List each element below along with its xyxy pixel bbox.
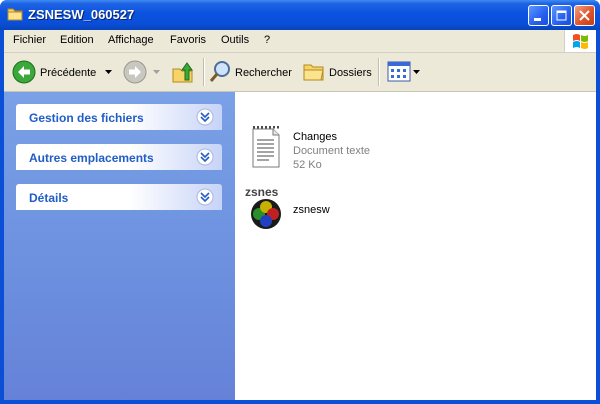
back-button[interactable]: Précédente	[10, 57, 115, 87]
close-button[interactable]	[574, 5, 595, 26]
search-button[interactable]: Rechercher	[208, 57, 298, 87]
back-arrow-icon	[12, 60, 36, 84]
menu-help[interactable]: ?	[264, 34, 270, 46]
chevron-down-icon[interactable]	[153, 70, 160, 75]
chevron-double-down-icon[interactable]	[196, 188, 214, 206]
file-item[interactable]: zsnes zsnesw	[242, 184, 362, 232]
file-name: Changes	[293, 131, 338, 143]
folders-button[interactable]: Dossiers	[302, 57, 374, 87]
file-view: Changes Document texte 52 Ko zsnes zsnes…	[235, 92, 596, 400]
task-pane: Gestion des fichiers Autres emplacements…	[4, 92, 235, 400]
task-panel-title: Autres emplacements	[29, 151, 154, 165]
forward-arrow-icon	[123, 60, 147, 84]
menu-favoris[interactable]: Favoris	[170, 34, 206, 46]
menu-affichage[interactable]: Affichage	[108, 34, 154, 46]
search-icon	[209, 61, 230, 82]
zsnes-app-icon: zsnes	[244, 185, 288, 230]
task-panel-title: Gestion des fichiers	[29, 111, 144, 125]
toolbar: Précédente Rechercher Dossiers	[4, 53, 596, 92]
views-button[interactable]	[385, 57, 421, 87]
windows-logo	[564, 30, 596, 52]
zsnes-icon-text: zsnes	[245, 185, 279, 199]
forward-button[interactable]	[121, 57, 161, 87]
file-size: 52 Ko	[293, 159, 322, 171]
maximize-button[interactable]	[551, 5, 572, 26]
close-icon	[579, 10, 590, 21]
maximize-icon	[556, 10, 567, 21]
chevron-down-icon[interactable]	[105, 70, 112, 75]
minimize-icon	[534, 18, 541, 21]
search-label: Rechercher	[235, 67, 292, 79]
folders-label: Dossiers	[329, 67, 372, 79]
chevron-double-down-icon[interactable]	[196, 148, 214, 166]
file-item[interactable]: Changes Document texte 52 Ko	[246, 126, 370, 176]
up-folder-button[interactable]	[168, 57, 198, 87]
toolbar-separator	[203, 58, 205, 86]
task-panel-file-management[interactable]: Gestion des fichiers	[16, 104, 222, 130]
task-panel-other-places[interactable]: Autres emplacements	[16, 144, 222, 170]
windows-flag-icon	[573, 34, 588, 49]
back-label: Précédente	[40, 67, 97, 79]
task-panel-title: Détails	[29, 191, 69, 205]
chevron-down-icon[interactable]	[413, 70, 420, 75]
window-client-area: Fichier Edition Affichage Favoris Outils…	[4, 30, 596, 400]
explorer-window: ZSNESW_060527 Fichier Edition Affichage …	[0, 0, 600, 404]
window-title: ZSNESW_060527	[28, 7, 135, 22]
menu-fichier[interactable]: Fichier	[13, 34, 46, 46]
up-folder-icon	[172, 62, 193, 83]
folder-icon	[7, 8, 23, 21]
text-document-icon	[252, 126, 280, 168]
folders-icon	[303, 64, 324, 81]
file-name: zsnesw	[293, 204, 330, 216]
file-type: Document texte	[293, 145, 371, 157]
menu-edition[interactable]: Edition	[60, 34, 94, 46]
menu-outils[interactable]: Outils	[221, 34, 249, 46]
chevron-double-down-icon[interactable]	[196, 108, 214, 126]
toolbar-separator	[378, 58, 380, 86]
title-bar[interactable]: ZSNESW_060527	[0, 0, 600, 30]
minimize-button[interactable]	[528, 5, 549, 26]
menu-bar: Fichier Edition Affichage Favoris Outils…	[4, 30, 596, 53]
views-icon	[387, 61, 411, 82]
task-panel-details[interactable]: Détails	[16, 184, 222, 210]
